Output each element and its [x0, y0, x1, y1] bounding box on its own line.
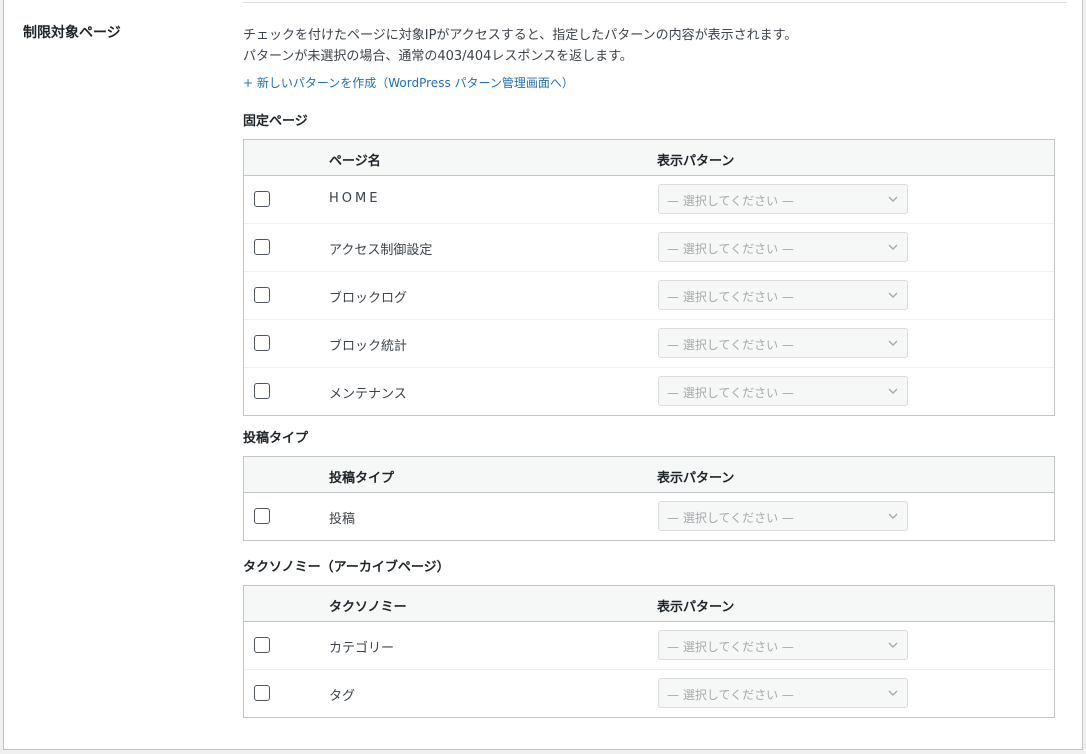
pattern-select[interactable]: — 選択してください — [658, 376, 908, 406]
row-name: ブロックログ [329, 291, 408, 306]
table-header: 投稿タイプ 表示パターン [244, 457, 1054, 493]
pattern-select-value: — 選択してください — [667, 640, 794, 654]
row-checkbox[interactable] [254, 335, 270, 351]
table-header: タクソノミー 表示パターン [244, 586, 1054, 622]
pattern-select[interactable]: — 選択してください — [658, 630, 908, 660]
chevron-down-icon [888, 292, 898, 298]
row-name: 投稿 [329, 512, 356, 527]
row-name: ブロック統計 [329, 339, 408, 354]
row-name: メンテナンス [329, 387, 407, 402]
description-line-1: チェックを付けたページに対象IPがアクセスすると、指定したパターンの内容が表示さ… [243, 28, 798, 43]
table-row: HOME — 選択してください — [244, 176, 1054, 223]
section-title-pages: 固定ページ [243, 114, 308, 129]
column-header-pattern: 表示パターン [657, 600, 735, 615]
chevron-down-icon [888, 340, 898, 346]
chevron-down-icon [888, 642, 898, 648]
row-checkbox[interactable] [254, 508, 270, 524]
row-checkbox[interactable] [254, 383, 270, 399]
row-checkbox[interactable] [254, 637, 270, 653]
chevron-down-icon [888, 388, 898, 394]
pattern-select[interactable]: — 選択してください — [658, 232, 908, 262]
pattern-select-value: — 選択してください — [667, 194, 794, 208]
pattern-select[interactable]: — 選択してください — [658, 184, 908, 214]
chevron-down-icon [888, 690, 898, 696]
pattern-select-value: — 選択してください — [667, 386, 794, 400]
pages-table: ページ名 表示パターン HOME — 選択してください — アクセス制御設定 — 選択… [243, 139, 1055, 416]
pattern-select-value: — 選択してください — [667, 242, 794, 256]
table-header: ページ名 表示パターン [244, 140, 1054, 176]
top-divider [243, 2, 1067, 3]
section-title-taxonomies: タクソノミー（アーカイブページ） [243, 560, 450, 575]
table-row: カテゴリー — 選択してください — [244, 622, 1054, 669]
column-header-pattern: 表示パターン [657, 471, 735, 486]
row-name: カテゴリー [329, 641, 395, 656]
new-pattern-link[interactable]: + 新しいパターンを作成（WordPress パターン管理画面へ） [243, 74, 574, 91]
pattern-select-value: — 選択してください — [667, 688, 794, 702]
chevron-down-icon [888, 244, 898, 250]
chevron-down-icon [888, 513, 898, 519]
table-row: 投稿 — 選択してください — [244, 493, 1054, 540]
pattern-select[interactable]: — 選択してください — [658, 501, 908, 531]
column-header-name: タクソノミー [329, 600, 407, 615]
table-row: ブロック統計 — 選択してください — [244, 319, 1054, 367]
table-row: メンテナンス — 選択してください — [244, 367, 1054, 415]
section-title-post-types: 投稿タイプ [243, 431, 309, 446]
table-row: ブロックログ — 選択してください — [244, 271, 1054, 319]
row-name: HOME [329, 191, 381, 206]
row-checkbox[interactable] [254, 239, 270, 255]
pattern-select-value: — 選択してください — [667, 338, 794, 352]
row-name: アクセス制御設定 [329, 243, 433, 258]
description-line-2: パターンが未選択の場合、通常の403/404レスポンスを返します。 [243, 49, 633, 64]
pattern-select-value: — 選択してください — [667, 290, 794, 304]
pattern-select[interactable]: — 選択してください — [658, 280, 908, 310]
column-header-name: 投稿タイプ [329, 471, 395, 486]
pattern-select-value: — 選択してください — [667, 511, 794, 525]
chevron-down-icon [888, 196, 898, 202]
table-row: アクセス制御設定 — 選択してください — [244, 223, 1054, 271]
settings-panel: 制限対象ページ チェックを付けたページに対象IPがアクセスすると、指定したパター… [3, 0, 1083, 750]
row-checkbox[interactable] [254, 685, 270, 701]
post-types-table: 投稿タイプ 表示パターン 投稿 — 選択してください — [243, 456, 1055, 541]
pattern-select[interactable]: — 選択してください — [658, 678, 908, 708]
column-header-name: ページ名 [329, 154, 381, 169]
setting-row-label: 制限対象ページ [23, 25, 121, 41]
taxonomies-table: タクソノミー 表示パターン カテゴリー — 選択してください — タグ — 選択してく… [243, 585, 1055, 718]
row-checkbox[interactable] [254, 191, 270, 207]
column-header-pattern: 表示パターン [657, 154, 735, 169]
table-row: タグ — 選択してください — [244, 669, 1054, 717]
row-name: タグ [329, 689, 356, 704]
row-checkbox[interactable] [254, 287, 270, 303]
pattern-select[interactable]: — 選択してください — [658, 328, 908, 358]
